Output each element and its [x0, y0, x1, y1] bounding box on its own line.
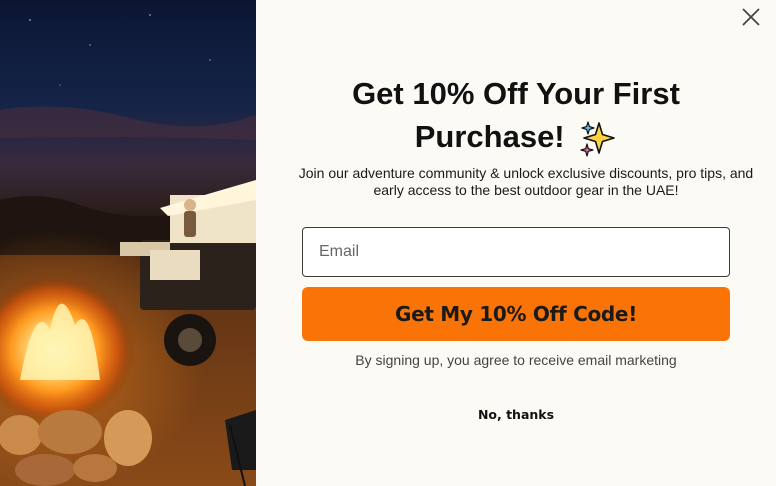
campfire-hero-image [0, 0, 256, 486]
email-input[interactable] [302, 227, 730, 277]
get-code-button[interactable]: Get My 10% Off Code! [302, 287, 730, 341]
popup-description: Join our adventure community & unlock ex… [298, 165, 754, 198]
discount-popup: Get 10% Off Your First Purchase! Join ou… [0, 0, 776, 486]
headline-line-2: Purchase! [256, 115, 776, 158]
popup-headline: Get 10% Off Your First Purchase! [256, 72, 776, 158]
headline-line-2-text: Purchase! [414, 119, 565, 154]
headline-line-1: Get 10% Off Your First [352, 76, 680, 111]
signup-disclaimer: By signing up, you agree to receive emai… [355, 352, 677, 368]
popup-content: Get 10% Off Your First Purchase! Join ou… [256, 0, 776, 486]
no-thanks-button[interactable]: No, thanks [302, 398, 730, 430]
close-button[interactable] [740, 6, 762, 28]
close-icon [742, 8, 760, 26]
sparkles-icon [580, 121, 616, 157]
